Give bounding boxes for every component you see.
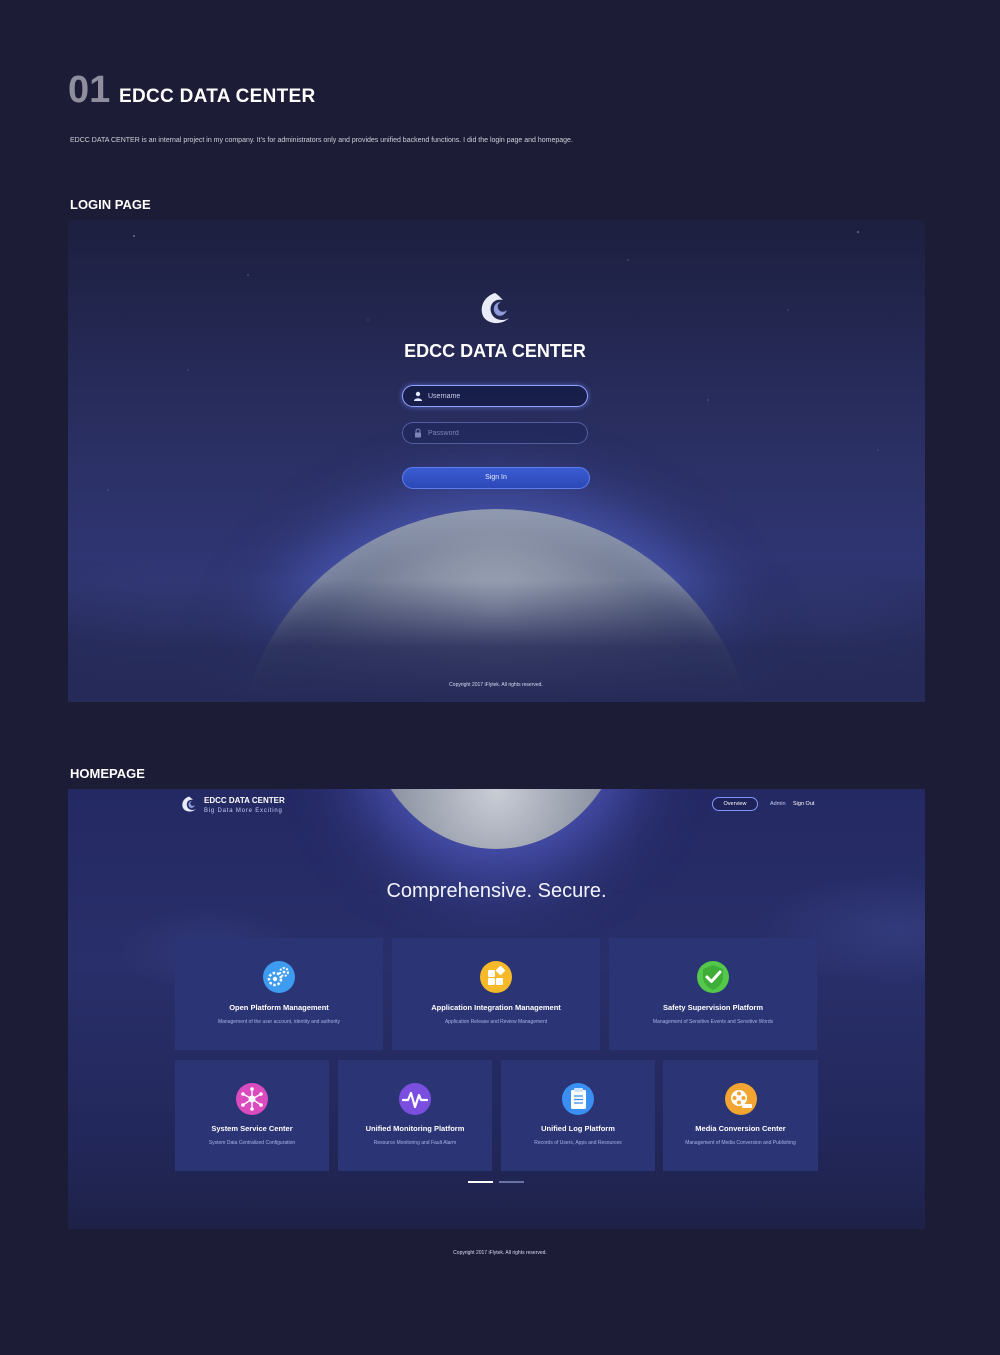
film-reel-icon xyxy=(724,1083,757,1115)
shield-check-icon xyxy=(697,961,729,993)
home-tagline: Comprehensive. Secure. xyxy=(386,880,607,902)
card-unified-log-platform[interactable]: Unified Log Platform Records of Users, A… xyxy=(501,1060,655,1171)
card-subtitle: Resource Monitoring and Fault Alarm xyxy=(373,1140,457,1146)
card-subtitle: Records of Users, Apps and Resources xyxy=(534,1140,622,1146)
card-system-service-center[interactable]: System Service Center System Data Centra… xyxy=(175,1060,329,1171)
card-title: Safety Supervision Platform xyxy=(662,1003,764,1012)
card-open-platform-management[interactable]: Open Platform Management Management of t… xyxy=(175,938,383,1050)
pagination-dot-active[interactable] xyxy=(468,1181,493,1183)
card-title: Application Integration Management xyxy=(431,1003,561,1012)
card-unified-monitoring-platform[interactable]: Unified Monitoring Platform Resource Mon… xyxy=(338,1060,492,1171)
username-field[interactable] xyxy=(402,385,588,407)
card-title: Unified Log Platform xyxy=(541,1124,615,1133)
pulse-icon xyxy=(399,1083,431,1115)
app-blocks-icon xyxy=(480,961,512,993)
card-subtitle: Management of Media Conversion and Publi… xyxy=(685,1140,796,1146)
sign-in-button[interactable]: Sign In xyxy=(402,467,590,489)
pagination-dot[interactable] xyxy=(499,1181,524,1183)
login-app-title: EDCC DATA CENTER xyxy=(404,341,586,361)
clipboard-icon xyxy=(562,1083,594,1115)
password-field[interactable] xyxy=(402,422,588,444)
card-title: System Service Center xyxy=(211,1124,293,1133)
card-application-integration-management[interactable]: Application Integration Management Appli… xyxy=(392,938,600,1050)
card-title: Open Platform Management xyxy=(229,1003,329,1012)
login-page-screenshot: EDCC DATA CENTER Sign In Copyright 2017 … xyxy=(68,220,925,702)
user-icon xyxy=(414,391,422,401)
card-subtitle: Management of the user account, identity… xyxy=(217,1019,341,1025)
card-subtitle: System Data Centralized Configuration xyxy=(208,1140,296,1146)
homepage-screenshot: EDCC DATA CENTER Big Data More Exciting … xyxy=(68,789,925,1229)
password-input[interactable] xyxy=(428,426,578,440)
card-title: Unified Monitoring Platform xyxy=(365,1124,465,1133)
project-description: EDCC DATA CENTER is an internal project … xyxy=(70,137,573,144)
username-input[interactable] xyxy=(428,389,578,403)
card-subtitle: Management of Sensitive Events and Sensi… xyxy=(652,1019,774,1025)
login-section-label: LOGIN PAGE xyxy=(70,197,151,212)
edcc-logo-icon xyxy=(481,293,509,324)
network-icon xyxy=(236,1083,268,1115)
lock-icon xyxy=(415,428,421,438)
section-number: 01 xyxy=(68,69,111,111)
card-title: Media Conversion Center xyxy=(695,1124,786,1133)
card-subtitle: Application Release and Review Managemen… xyxy=(444,1019,548,1025)
admin-link[interactable]: Admin xyxy=(770,800,786,808)
gears-icon xyxy=(263,961,295,993)
homepage-section-label: HOMEPAGE xyxy=(70,766,145,781)
card-safety-supervision-platform[interactable]: Safety Supervision Platform Management o… xyxy=(609,938,817,1050)
page-title: EDCC DATA CENTER xyxy=(119,86,316,107)
home-brand-tagline: Big Data More Exciting xyxy=(204,808,283,814)
login-copyright: Copyright 2017 iFlytek. All rights reser… xyxy=(449,682,543,688)
home-copyright: Copyright 2017 iFlytek. All rights reser… xyxy=(453,1250,547,1256)
overview-button[interactable]: Overview xyxy=(712,797,758,811)
home-brand-name: EDCC DATA CENTER xyxy=(204,796,285,805)
card-media-conversion-center[interactable]: Media Conversion Center Management of Me… xyxy=(663,1060,818,1171)
moon-image xyxy=(366,789,626,849)
sign-out-link[interactable]: Sign Out xyxy=(793,800,814,808)
edcc-logo-icon xyxy=(182,796,196,812)
